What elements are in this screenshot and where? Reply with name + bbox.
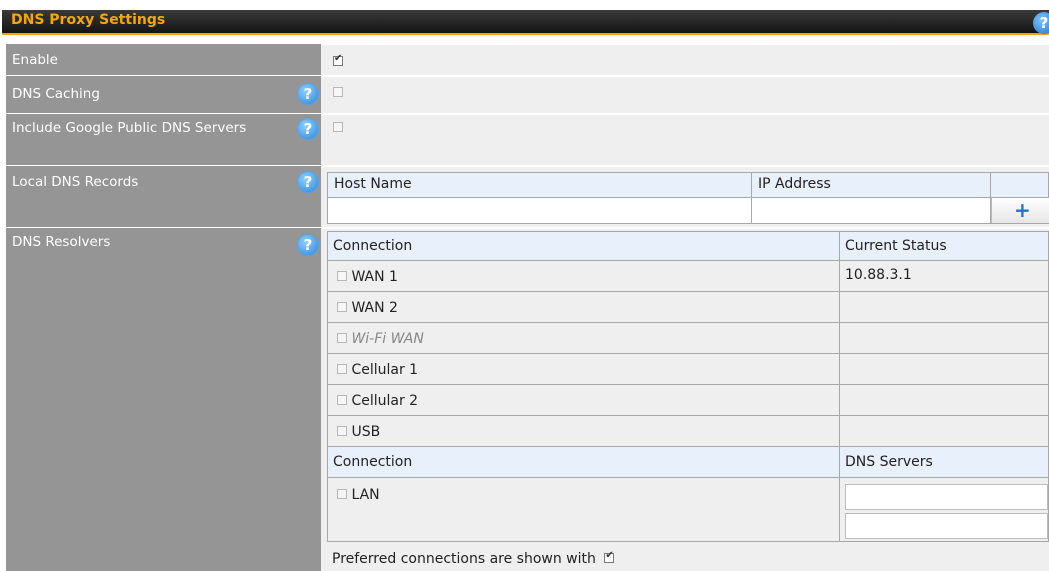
- enable-checkbox[interactable]: [333, 53, 343, 66]
- dns-resolvers-label-cell: DNS Resolvers ?: [6, 228, 321, 571]
- cellular1-checkbox[interactable]: [337, 364, 347, 374]
- dns-caching-label-cell: DNS Caching ?: [6, 76, 321, 113]
- usb-checkbox[interactable]: [337, 426, 347, 436]
- lan-table-header: [328, 447, 1048, 477]
- wan1-checkbox[interactable]: [337, 271, 347, 281]
- cellular2-checkbox[interactable]: [337, 395, 347, 405]
- plus-icon: +: [1014, 198, 1031, 222]
- table-row: Cellular 1: [337, 362, 418, 378]
- dns-caching-label: DNS Caching: [12, 86, 100, 102]
- local-dns-label-cell: Local DNS Records ?: [6, 166, 321, 227]
- table-row: WAN 2: [337, 300, 398, 316]
- section-title: DNS Proxy Settings: [11, 12, 166, 28]
- dns-caching-value-cell: [321, 76, 1049, 113]
- connection-name: WAN 2: [351, 300, 398, 316]
- lan-checkbox[interactable]: [337, 489, 347, 499]
- host-name-input[interactable]: [329, 198, 750, 223]
- connection-header: Connection: [333, 238, 413, 254]
- connection-name: USB: [351, 424, 381, 440]
- table-row: LAN: [337, 487, 380, 503]
- ip-address-input[interactable]: [752, 198, 989, 223]
- host-name-header: Host Name: [334, 176, 412, 192]
- dns-caching-checkbox[interactable]: [333, 87, 343, 97]
- dns-server-input-1[interactable]: [845, 484, 1048, 510]
- local-dns-table-header: [328, 173, 1048, 197]
- checked-indicator: [604, 550, 615, 563]
- connection-header: Connection: [333, 454, 413, 470]
- dns-caching-help-icon[interactable]: ?: [297, 83, 319, 105]
- wan1-status: 10.88.3.1: [845, 267, 912, 283]
- table-row: Cellular 2: [337, 393, 418, 409]
- google-dns-value-cell: [321, 114, 1049, 165]
- connection-name: Cellular 1: [351, 362, 419, 378]
- dns-resolvers-help-icon[interactable]: ?: [297, 234, 319, 256]
- connection-name: Wi-Fi WAN: [351, 331, 424, 347]
- wifi-wan-checkbox: [337, 333, 347, 343]
- dns-resolvers-label: DNS Resolvers: [12, 234, 111, 250]
- ip-address-header: IP Address: [758, 176, 831, 192]
- preferred-note-text: Preferred connections are shown with: [332, 551, 596, 567]
- local-dns-label: Local DNS Records: [12, 174, 139, 190]
- connection-name: Cellular 2: [351, 393, 419, 409]
- table-row: USB: [337, 424, 380, 440]
- section-header: DNS Proxy Settings ?: [2, 10, 1049, 35]
- local-dns-table: Host Name IP Address +: [327, 172, 1049, 224]
- divider: [328, 353, 1048, 354]
- table-row: Wi-Fi WAN: [337, 331, 424, 347]
- connection-name: LAN: [351, 487, 380, 503]
- google-dns-label: Include Google Public DNS Servers: [12, 120, 247, 136]
- divider: [839, 232, 840, 541]
- wan2-checkbox[interactable]: [337, 302, 347, 312]
- help-icon[interactable]: ?: [1033, 12, 1049, 34]
- divider: [328, 384, 1048, 385]
- divider: [328, 260, 1048, 261]
- preferred-note: Preferred connections are shown with: [332, 550, 615, 567]
- table-row: WAN 1: [337, 269, 398, 285]
- divider: [328, 322, 1048, 323]
- add-record-button[interactable]: +: [991, 198, 1049, 223]
- google-dns-help-icon[interactable]: ?: [297, 118, 319, 140]
- google-dns-checkbox[interactable]: [333, 122, 343, 132]
- divider: [328, 415, 1048, 416]
- dns-proxy-settings-panel: DNS Proxy Settings ? Enable DNS Caching …: [0, 0, 1049, 571]
- divider: [839, 447, 840, 477]
- current-status-header: Current Status: [845, 238, 947, 254]
- google-dns-label-cell: Include Google Public DNS Servers ?: [6, 114, 321, 165]
- dns-servers-header: DNS Servers: [845, 454, 933, 470]
- dns-resolvers-table: Connection Current Status WAN 1 10.88.3.…: [327, 231, 1049, 542]
- connection-name: WAN 1: [351, 269, 398, 285]
- enable-label: Enable: [12, 52, 58, 68]
- local-dns-value-cell: Host Name IP Address +: [321, 166, 1049, 227]
- dns-server-input-2[interactable]: [845, 513, 1048, 539]
- divider: [328, 291, 1048, 292]
- enable-value-cell: [321, 44, 1049, 75]
- local-dns-help-icon[interactable]: ?: [297, 171, 319, 193]
- divider: [328, 477, 1048, 478]
- enable-label-cell: Enable: [6, 44, 321, 75]
